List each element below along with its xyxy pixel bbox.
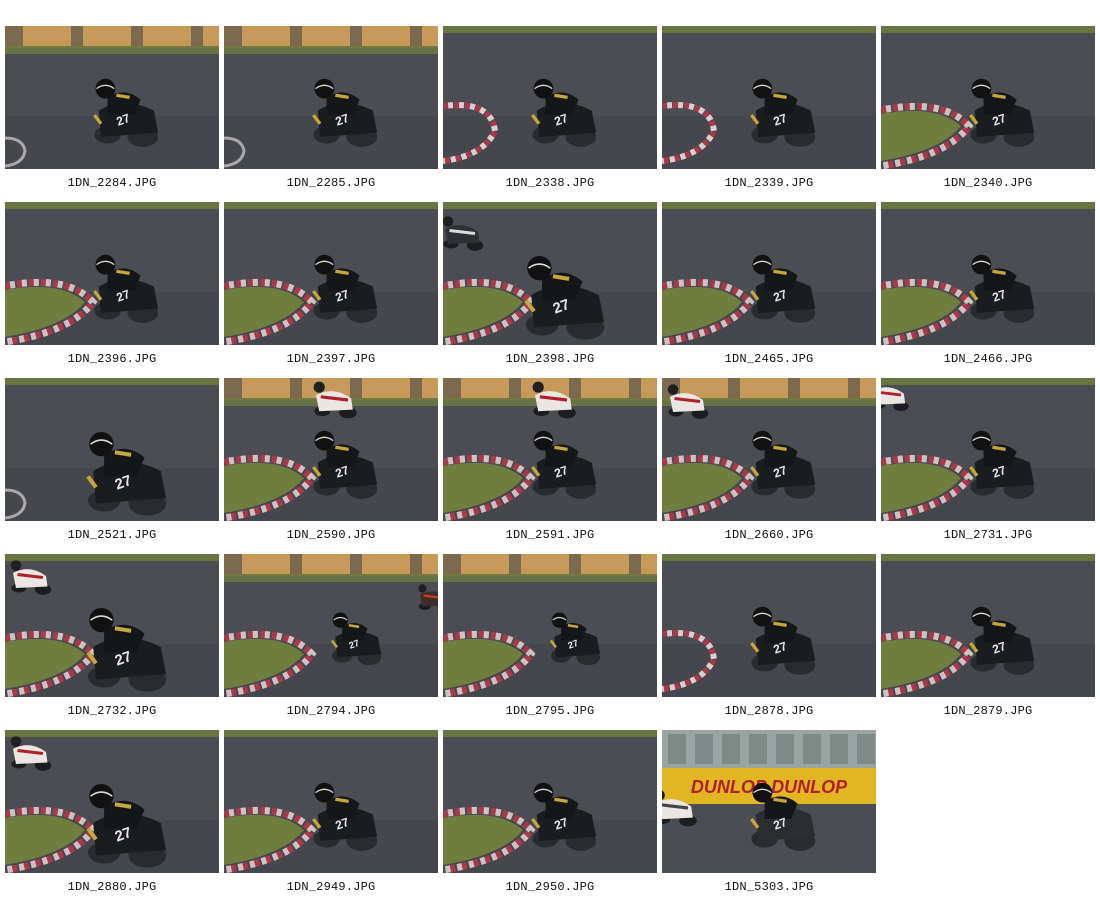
thumbnail-image[interactable]: 27 bbox=[881, 378, 1095, 521]
motorcycle-photo-thumbnail: 27 bbox=[443, 26, 657, 169]
thumbnail-filename[interactable]: 1DN_2396.JPG bbox=[5, 351, 219, 367]
thumbnail-image[interactable]: 27 bbox=[881, 202, 1095, 345]
thumbnail-image[interactable]: 27 bbox=[5, 554, 219, 697]
thumbnail-image[interactable]: 27 bbox=[662, 26, 876, 169]
thumbnail-image[interactable]: 27 bbox=[662, 202, 876, 345]
thumbnail-image[interactable]: 27 bbox=[224, 378, 438, 521]
thumbnail-image[interactable]: 27 bbox=[662, 378, 876, 521]
thumbnail-item[interactable]: 27 1DN_2397.JPG bbox=[224, 202, 438, 370]
thumbnail-item[interactable]: 27 1DN_2521.JPG bbox=[5, 378, 219, 546]
motorcycle-photo-thumbnail: 27 bbox=[662, 202, 876, 345]
thumbnail-image[interactable]: 27 bbox=[443, 730, 657, 873]
motorcycle-photo-thumbnail: 27 bbox=[224, 730, 438, 873]
thumbnail-image[interactable]: 27 bbox=[224, 202, 438, 345]
thumbnail-filename[interactable]: 1DN_2340.JPG bbox=[881, 175, 1095, 191]
thumbnail-item[interactable]: 27 1DN_2465.JPG bbox=[662, 202, 876, 370]
thumbnail-filename[interactable]: 1DN_2397.JPG bbox=[224, 351, 438, 367]
thumbnail-image[interactable]: 27 bbox=[224, 554, 438, 697]
motorcycle-photo-thumbnail: 27 bbox=[5, 378, 219, 521]
thumbnail-filename[interactable]: 1DN_2880.JPG bbox=[5, 879, 219, 895]
thumbnail-filename[interactable]: 1DN_2731.JPG bbox=[881, 527, 1095, 543]
motorcycle-photo-thumbnail: 27 bbox=[5, 26, 219, 169]
motorcycle-photo-thumbnail: 27 bbox=[5, 730, 219, 873]
motorcycle-photo-thumbnail: 27 bbox=[881, 26, 1095, 169]
motorcycle-photo-thumbnail: 27 bbox=[662, 378, 876, 521]
thumbnail-item[interactable]: 27 1DN_2338.JPG bbox=[443, 26, 657, 194]
thumbnail-filename[interactable]: 1DN_2590.JPG bbox=[224, 527, 438, 543]
thumbnail-filename[interactable]: 1DN_2950.JPG bbox=[443, 879, 657, 895]
thumbnail-item[interactable]: 27 1DN_2284.JPG bbox=[5, 26, 219, 194]
thumbnail-item[interactable]: 27 1DN_2879.JPG bbox=[881, 554, 1095, 722]
thumbnail-item[interactable]: 27 1DN_2339.JPG bbox=[662, 26, 876, 194]
thumbnail-item[interactable]: 27 1DN_2590.JPG bbox=[224, 378, 438, 546]
thumbnail-item[interactable]: 27 1DN_2794.JPG bbox=[224, 554, 438, 722]
thumbnail-filename[interactable]: 1DN_2398.JPG bbox=[443, 351, 657, 367]
thumbnail-image[interactable]: 27 bbox=[881, 26, 1095, 169]
thumbnail-item[interactable]: 27 1DN_2591.JPG bbox=[443, 378, 657, 546]
thumbnail-item[interactable]: 27 1DN_2340.JPG bbox=[881, 26, 1095, 194]
thumbnail-filename[interactable]: 1DN_2949.JPG bbox=[224, 879, 438, 895]
thumbnail-filename[interactable]: 1DN_2285.JPG bbox=[224, 175, 438, 191]
thumbnail-filename[interactable]: 1DN_2521.JPG bbox=[5, 527, 219, 543]
thumbnail-item[interactable]: 27 1DN_2660.JPG bbox=[662, 378, 876, 546]
motorcycle-photo-thumbnail: 27 bbox=[443, 554, 657, 697]
motorcycle-photo-thumbnail: 27 bbox=[662, 554, 876, 697]
thumbnail-image[interactable]: 27 bbox=[5, 26, 219, 169]
thumbnail-filename[interactable]: 1DN_2339.JPG bbox=[662, 175, 876, 191]
thumbnail-item[interactable]: 27 1DN_2878.JPG bbox=[662, 554, 876, 722]
thumbnail-image[interactable]: DUNLOP DUNLOP 27 bbox=[662, 730, 876, 873]
motorcycle-photo-thumbnail: 27 bbox=[662, 26, 876, 169]
thumbnail-item[interactable]: 27 1DN_2949.JPG bbox=[224, 730, 438, 898]
thumbnail-image[interactable]: 27 bbox=[662, 554, 876, 697]
thumbnail-item[interactable]: 27 1DN_2396.JPG bbox=[5, 202, 219, 370]
thumbnail-filename[interactable]: 1DN_5303.JPG bbox=[662, 879, 876, 895]
thumbnail-item[interactable]: DUNLOP DUNLOP 27 1DN_5303.JPG bbox=[662, 730, 876, 898]
thumbnail-filename[interactable]: 1DN_2338.JPG bbox=[443, 175, 657, 191]
motorcycle-photo-thumbnail: 27 bbox=[881, 202, 1095, 345]
motorcycle-photo-thumbnail: 27 bbox=[5, 202, 219, 345]
thumbnail-filename[interactable]: 1DN_2284.JPG bbox=[5, 175, 219, 191]
thumbnail-item[interactable]: 27 1DN_2466.JPG bbox=[881, 202, 1095, 370]
thumbnail-filename[interactable]: 1DN_2795.JPG bbox=[443, 703, 657, 719]
motorcycle-photo-thumbnail: DUNLOP DUNLOP27 bbox=[662, 730, 876, 873]
thumbnail-item[interactable]: 27 1DN_2732.JPG bbox=[5, 554, 219, 722]
motorcycle-photo-thumbnail: 27 bbox=[224, 554, 438, 697]
motorcycle-photo-thumbnail: 27 bbox=[443, 378, 657, 521]
thumbnail-filename[interactable]: 1DN_2732.JPG bbox=[5, 703, 219, 719]
thumbnail-image[interactable]: 27 bbox=[443, 26, 657, 169]
thumbnail-filename[interactable]: 1DN_2879.JPG bbox=[881, 703, 1095, 719]
motorcycle-photo-thumbnail: 27 bbox=[5, 554, 219, 697]
thumbnail-item[interactable]: 27 1DN_2950.JPG bbox=[443, 730, 657, 898]
thumbnail-image[interactable]: 27 bbox=[5, 378, 219, 521]
motorcycle-photo-thumbnail: 27 bbox=[224, 26, 438, 169]
thumbnail-gallery: 27 1DN_2284.JPG 27 1DN_2285.JPG 27 1DN_2338.J… bbox=[0, 0, 1100, 900]
thumbnail-image[interactable]: 27 bbox=[443, 554, 657, 697]
motorcycle-photo-thumbnail: 27 bbox=[224, 378, 438, 521]
thumbnail-item[interactable]: 27 1DN_2731.JPG bbox=[881, 378, 1095, 546]
thumbnail-item[interactable]: 27 1DN_2285.JPG bbox=[224, 26, 438, 194]
thumbnail-image[interactable]: 27 bbox=[881, 554, 1095, 697]
thumbnail-item[interactable]: 27 1DN_2880.JPG bbox=[5, 730, 219, 898]
thumbnail-filename[interactable]: 1DN_2466.JPG bbox=[881, 351, 1095, 367]
thumbnail-filename[interactable]: 1DN_2794.JPG bbox=[224, 703, 438, 719]
thumbnail-image[interactable]: 27 bbox=[5, 730, 219, 873]
thumbnail-image[interactable]: 27 bbox=[5, 202, 219, 345]
motorcycle-photo-thumbnail: 27 bbox=[881, 554, 1095, 697]
motorcycle-photo-thumbnail: 27 bbox=[881, 378, 1095, 521]
thumbnail-filename[interactable]: 1DN_2591.JPG bbox=[443, 527, 657, 543]
thumbnail-filename[interactable]: 1DN_2660.JPG bbox=[662, 527, 876, 543]
motorcycle-photo-thumbnail: 27 bbox=[224, 202, 438, 345]
motorcycle-photo-thumbnail: 27 bbox=[443, 730, 657, 873]
thumbnail-filename[interactable]: 1DN_2465.JPG bbox=[662, 351, 876, 367]
thumbnail-image[interactable]: 27 bbox=[443, 202, 657, 345]
thumbnail-item[interactable]: 27 1DN_2398.JPG bbox=[443, 202, 657, 370]
thumbnail-item[interactable]: 27 1DN_2795.JPG bbox=[443, 554, 657, 722]
motorcycle-photo-thumbnail: 27 bbox=[443, 202, 657, 345]
thumbnail-image[interactable]: 27 bbox=[224, 730, 438, 873]
thumbnail-image[interactable]: 27 bbox=[443, 378, 657, 521]
thumbnail-filename[interactable]: 1DN_2878.JPG bbox=[662, 703, 876, 719]
thumbnail-image[interactable]: 27 bbox=[224, 26, 438, 169]
